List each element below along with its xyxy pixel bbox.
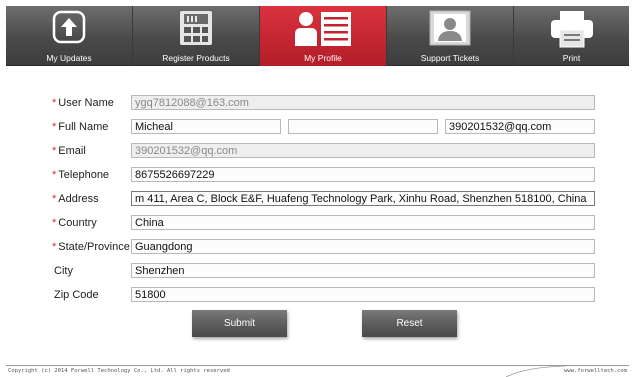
nav-my-updates[interactable]: My Updates: [6, 6, 133, 66]
printer-icon: [549, 10, 595, 53]
submit-button[interactable]: Submit: [192, 310, 287, 337]
nav-label-my-profile: My Profile: [304, 53, 342, 63]
username-label: * User Name: [52, 97, 114, 109]
email-label: * Email: [52, 145, 86, 157]
nav-label-my-updates: My Updates: [46, 53, 92, 63]
nav-label-register-products: Register Products: [162, 53, 230, 63]
form-row-fullname: * Full Name Micheal 390201532@qq.com: [6, 119, 629, 137]
copyright-text: Copyright (c) 2014 Forwell Technology Co…: [8, 368, 230, 374]
form-row-state: * State/Province Guangdong: [6, 239, 629, 257]
profile-icon: [293, 10, 353, 53]
middle-name-input[interactable]: [288, 119, 438, 134]
form-row-username: * User Name ygq7812088@163.com: [6, 95, 629, 113]
required-mark: *: [52, 169, 57, 181]
telephone-input[interactable]: 8675526697229: [131, 167, 595, 182]
fullname-label: * Full Name: [52, 121, 109, 133]
reset-button[interactable]: Reset: [362, 310, 457, 337]
username-field: ygq7812088@163.com: [131, 95, 595, 110]
nav-label-support-tickets: Support Tickets: [420, 53, 480, 63]
nav-my-profile[interactable]: My Profile: [260, 6, 387, 66]
country-label: * Country: [52, 217, 97, 229]
form-row-country: * Country China: [6, 215, 629, 233]
app-window: My Updates Register Products My Profile …: [0, 0, 635, 377]
address-input[interactable]: m 411, Area C, Block E&F, Huafeng Techno…: [131, 191, 595, 206]
updates-arrow-icon: [52, 10, 86, 49]
nav-support-tickets[interactable]: Support Tickets: [387, 6, 514, 66]
footer-bar: Copyright (c) 2014 Forwell Technology Co…: [6, 365, 629, 377]
form-row-zip: Zip Code 51800: [6, 287, 629, 305]
required-mark: *: [52, 193, 57, 205]
calculator-icon: [179, 10, 213, 51]
form-row-email: * Email 390201532@qq.com: [6, 143, 629, 161]
first-name-input[interactable]: Micheal: [131, 119, 281, 134]
profile-form: * User Name ygq7812088@163.com * Full Name…: [6, 67, 629, 363]
top-nav-bar: My Updates Register Products My Profile …: [6, 6, 629, 66]
city-label: City: [54, 265, 73, 277]
city-input[interactable]: Shenzhen: [131, 263, 595, 278]
website-text: www.forwelltech.com: [564, 368, 627, 374]
required-mark: *: [52, 121, 57, 133]
required-mark: *: [52, 97, 57, 109]
footer-swoosh-decoration: [506, 365, 566, 377]
form-row-address: * Address m 411, Area C, Block E&F, Huafe…: [6, 191, 629, 209]
email-field: 390201532@qq.com: [131, 143, 595, 158]
support-person-icon: [429, 10, 471, 51]
telephone-label: * Telephone: [52, 169, 110, 181]
zip-label: Zip Code: [54, 289, 99, 301]
nav-label-print: Print: [562, 53, 581, 63]
required-mark: *: [52, 241, 57, 253]
nav-register-products[interactable]: Register Products: [133, 6, 260, 66]
form-row-telephone: * Telephone 8675526697229: [6, 167, 629, 185]
state-input[interactable]: Guangdong: [131, 239, 595, 254]
nav-print[interactable]: Print: [514, 6, 629, 66]
address-label: * Address: [52, 193, 99, 205]
state-label: * State/Province: [52, 241, 130, 253]
required-mark: *: [52, 145, 57, 157]
zip-input[interactable]: 51800: [131, 287, 595, 302]
last-name-input[interactable]: 390201532@qq.com: [445, 119, 595, 134]
country-input[interactable]: China: [131, 215, 595, 230]
form-row-city: City Shenzhen: [6, 263, 629, 281]
required-mark: *: [52, 217, 57, 229]
